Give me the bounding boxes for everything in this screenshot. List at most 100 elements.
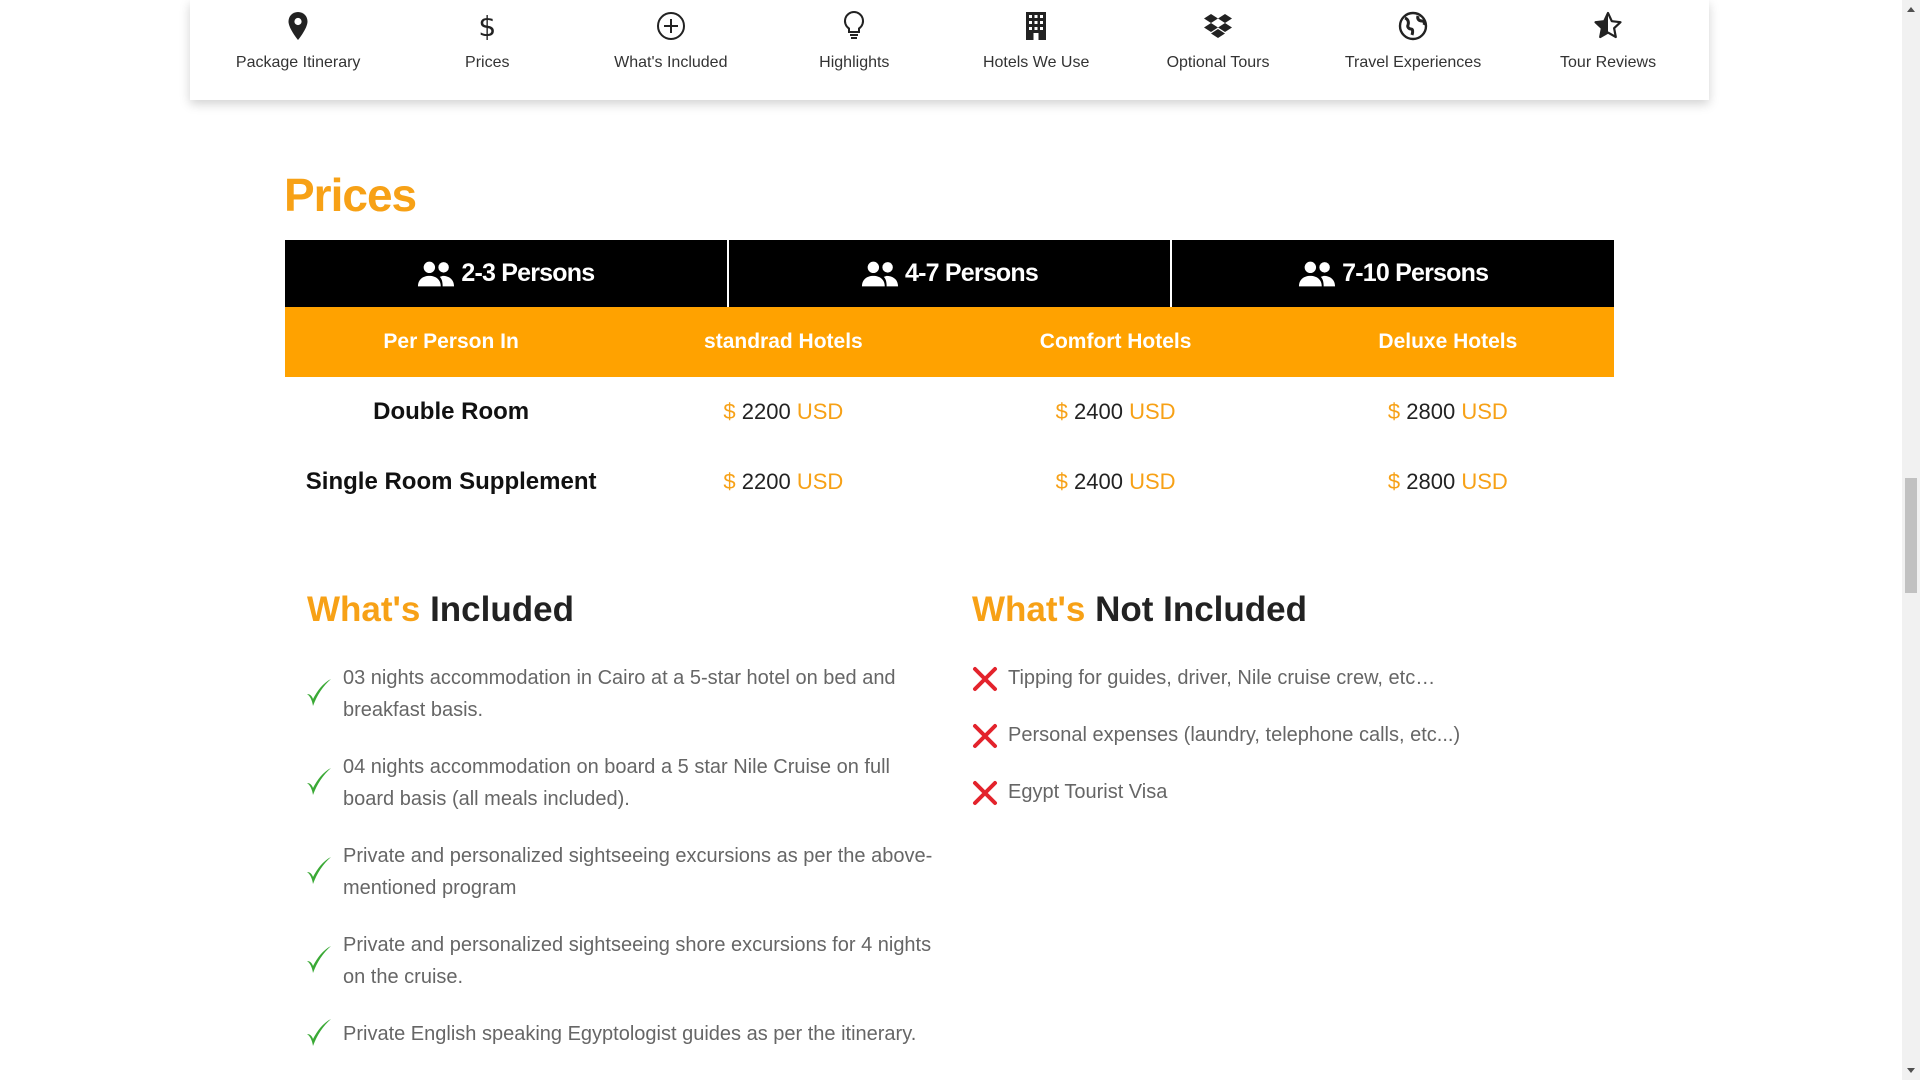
currency-symbol: $ [723, 399, 736, 424]
scroll-up-arrow-icon[interactable] [1902, 0, 1920, 18]
currency-code: USD [796, 469, 844, 494]
building-icon [1020, 10, 1052, 42]
not-included-text: Personal expenses (laundry, telephone ca… [1008, 724, 1461, 746]
nav-label: Hotels We Use [982, 54, 1090, 71]
checkmark-icon [307, 946, 331, 973]
cross-icon [973, 667, 997, 691]
nav-travel-experiences[interactable]: Travel Experiences [1345, 0, 1481, 72]
price-amount: 2400 [1074, 399, 1123, 424]
included-text: Private and personalized sightseeing exc… [343, 845, 933, 899]
checkmark-icon [307, 679, 331, 706]
currency-code: USD [1129, 399, 1176, 424]
group-size-header: 2-3 Persons 4-7 Persons 7-10 Persons [285, 240, 1614, 307]
currency-code: USD [796, 399, 844, 424]
currency-symbol: $ [723, 469, 736, 494]
list-item: Private and personalized sightseeing exc… [305, 840, 945, 904]
heading-highlight: What's [307, 590, 421, 629]
nav-hotels[interactable]: Hotels We Use [981, 0, 1091, 72]
checkmark-icon [307, 768, 331, 795]
currency-code: USD [1129, 469, 1176, 494]
price-cell: $ 2200 USD [617, 377, 949, 447]
users-icon [418, 261, 455, 286]
checkmark-icon [307, 857, 331, 884]
lightbulb-icon [838, 10, 870, 42]
group-label: 4-7 Persons [905, 259, 1039, 287]
not-included-text: Egypt Tourist Visa [1008, 781, 1168, 803]
nav-label: Package Itinerary [235, 54, 361, 71]
currency-code: USD [1461, 469, 1508, 494]
list-item: Egypt Tourist Visa [972, 776, 1572, 808]
table-row: Single Room Supplement $ 2200 USD $ 2400… [285, 447, 1614, 517]
currency-symbol: $ [1055, 399, 1068, 424]
checkmark-icon [307, 1019, 331, 1046]
included-text: Private English speaking Egyptologist gu… [343, 1023, 917, 1045]
list-item: 04 nights accommodation on board a 5 sta… [305, 751, 945, 815]
nav-whats-included[interactable]: What's Included [614, 0, 727, 72]
price-table: Per Person In standrad Hotels Comfort Ho… [285, 307, 1614, 517]
section-nav: Package Itinerary $ Prices What's Includ… [190, 0, 1709, 100]
currency-symbol: $ [1387, 399, 1401, 424]
price-cell: $ 2400 USD [950, 447, 1282, 517]
heading-rest: Included [430, 590, 574, 629]
price-cell: $ 2800 USD [1282, 377, 1614, 447]
included-list: 03 nights accommodation in Cairo at a 5-… [305, 662, 945, 1075]
price-cell: $ 2200 USD [617, 447, 949, 517]
price-amount: 2200 [741, 399, 791, 424]
group-label: 7-10 Persons [1342, 259, 1489, 287]
group-tab[interactable]: 7-10 Persons [1172, 240, 1614, 307]
dropbox-icon [1202, 10, 1234, 42]
group-tab[interactable]: 2-3 Persons [285, 240, 729, 307]
users-icon [861, 261, 899, 286]
price-cell: $ 2800 USD [1282, 447, 1614, 517]
nav-label: Highlights [819, 54, 890, 71]
nav-optional-tours[interactable]: Optional Tours [1163, 0, 1273, 72]
not-included-text: Tipping for guides, driver, Nile cruise … [1008, 667, 1436, 689]
nav-label: Travel Experiences [1344, 54, 1482, 71]
price-amount: 2200 [741, 469, 791, 494]
included-text: 03 nights accommodation in Cairo at a 5-… [343, 667, 896, 721]
included-text: 04 nights accommodation on board a 5 sta… [343, 756, 890, 810]
plus-circle-icon [655, 10, 687, 42]
column-header: Deluxe Hotels [1281, 307, 1614, 377]
cross-icon [973, 781, 997, 805]
price-amount: 2400 [1074, 469, 1123, 494]
nav-label: Tour Reviews [1560, 54, 1657, 71]
not-included-list: Tipping for guides, driver, Nile cruise … [972, 662, 1572, 833]
heading-highlight: What's [972, 590, 1086, 629]
list-item: 03 nights accommodation in Cairo at a 5-… [305, 662, 945, 726]
list-item: Personal expenses (laundry, telephone ca… [972, 719, 1572, 751]
nav-label: Prices [465, 54, 510, 71]
heading-rest: Not Included [1095, 590, 1307, 629]
included-heading: What's Included [307, 590, 574, 630]
prices-heading: Prices [284, 169, 417, 221]
price-table-header-row: Per Person In standrad Hotels Comfort Ho… [285, 307, 1614, 377]
row-label: Single Room Supplement [305, 468, 597, 495]
table-row: Double Room $ 2200 USD $ 2400 USD $ 2800… [285, 377, 1614, 447]
price-amount: 2800 [1406, 399, 1456, 424]
map-pin-icon [282, 10, 314, 42]
list-item: Private and personalized sightseeing sho… [305, 929, 945, 993]
star-icon [1592, 10, 1624, 42]
row-label: Double Room [373, 398, 530, 425]
group-label: 2-3 Persons [461, 259, 595, 287]
nav-prices[interactable]: $ Prices [432, 0, 542, 72]
list-item: Tipping for guides, driver, Nile cruise … [972, 662, 1572, 694]
users-icon [1299, 261, 1336, 286]
dollar-icon: $ [478, 9, 497, 43]
price-cell: $ 2400 USD [950, 377, 1282, 447]
included-text: Private and personalized sightseeing sho… [343, 934, 932, 988]
column-header: Per Person In [285, 307, 618, 377]
nav-package-itinerary[interactable]: Package Itinerary [235, 0, 361, 72]
column-header: standrad Hotels [617, 307, 950, 377]
not-included-heading: What's Not Included [972, 590, 1307, 630]
currency-code: USD [1461, 399, 1508, 424]
nav-tour-reviews[interactable]: Tour Reviews [1553, 0, 1663, 72]
nav-label: What's Included [614, 54, 728, 71]
nav-label: Optional Tours [1166, 54, 1270, 71]
column-header: Comfort Hotels [949, 307, 1282, 377]
scrollbar-thumb[interactable] [1905, 478, 1917, 593]
vertical-scrollbar[interactable] [1902, 0, 1920, 1080]
scroll-down-arrow-icon[interactable] [1902, 1062, 1920, 1080]
nav-highlights[interactable]: Highlights [799, 0, 909, 72]
group-tab[interactable]: 4-7 Persons [729, 240, 1173, 307]
